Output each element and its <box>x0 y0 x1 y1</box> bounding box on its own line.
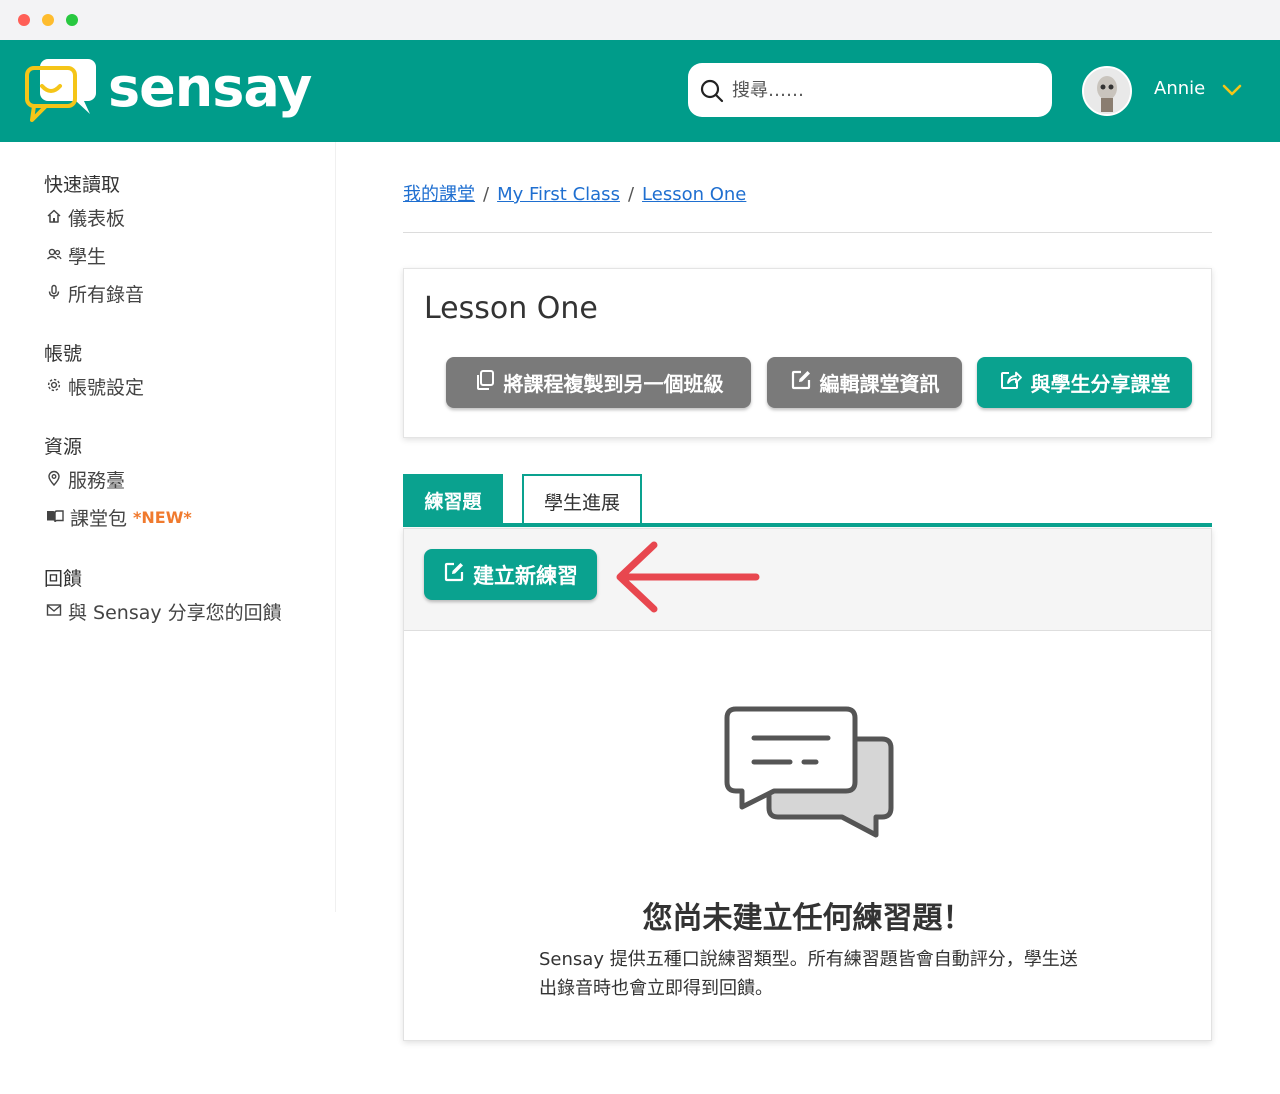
copy-lesson-label: 將課程複製到另一個班級 <box>503 372 724 396</box>
edit-icon <box>443 561 465 588</box>
sidebar-item-all-recordings[interactable]: 所有錄音 <box>46 280 144 307</box>
sidebar-item-students[interactable]: 學生 <box>46 242 106 269</box>
create-exercise-button[interactable]: 建立新練習 <box>424 549 597 600</box>
breadcrumb-separator: / <box>627 184 635 205</box>
avatar[interactable] <box>1082 66 1132 116</box>
sidebar-item-label: 所有錄音 <box>68 284 145 306</box>
empty-state-description: Sensay 提供五種口說練習類型。所有練習題皆會自動評分，學生送出錄音時也會立… <box>539 949 1078 999</box>
breadcrumb-my-classes[interactable]: 我的課堂 <box>403 184 475 205</box>
arrow-left-icon <box>614 541 760 621</box>
window-zoom-button[interactable] <box>66 14 78 26</box>
mail-icon <box>46 601 62 623</box>
breadcrumb-separator: / <box>483 184 490 205</box>
create-exercise-label: 建立新練習 <box>473 563 578 588</box>
top-header: sensay Annie <box>0 40 1280 142</box>
share-lesson-label: 與學生分享課堂 <box>1030 372 1171 396</box>
copy-icon <box>474 369 496 396</box>
book-icon <box>46 507 64 529</box>
gear-icon <box>46 376 62 398</box>
divider <box>403 232 1212 233</box>
chevron-down-icon[interactable] <box>1222 82 1242 101</box>
exercises-panel: 建立新練習 您尚未建立任何練習題！ Sensay 提供五種口說練習類型。所有練習… <box>403 528 1212 1041</box>
brand-name[interactable]: sensay <box>108 48 312 128</box>
new-badge: *NEW* <box>133 508 192 527</box>
sidebar-item-account-settings[interactable]: 帳號設定 <box>46 373 144 400</box>
edit-icon <box>790 369 812 396</box>
page-title: Lesson One <box>424 291 598 326</box>
panel-toolbar: 建立新練習 <box>404 529 1211 631</box>
window-chrome <box>0 0 1280 40</box>
microphone-icon <box>46 283 62 305</box>
home-icon <box>46 207 62 229</box>
sidebar-item-help-desk[interactable]: 服務臺 <box>46 466 125 493</box>
sidebar-item-label: 儀表板 <box>68 208 126 230</box>
empty-state-title: 您尚未建立任何練習題！ <box>642 901 973 936</box>
sidebar-item-lesson-packs[interactable]: 課堂包 *NEW* <box>46 504 192 531</box>
copy-lesson-button[interactable]: 將課程複製到另一個班級 <box>446 357 751 408</box>
sidebar-item-label: 課堂包 <box>70 508 128 530</box>
window-close-button[interactable] <box>18 14 30 26</box>
breadcrumb-my-first-class[interactable]: My First Class <box>497 184 620 205</box>
sidebar-item-share-feedback[interactable]: 與 Sensay 分享您的回饋 <box>46 598 282 625</box>
sidebar-section-account: 帳號 <box>44 343 83 365</box>
location-pin-icon <box>46 469 62 491</box>
sensay-logo-icon[interactable] <box>24 56 100 126</box>
edit-lesson-button[interactable]: 編輯課堂資訊 <box>767 357 962 408</box>
share-lesson-button[interactable]: 與學生分享課堂 <box>977 357 1192 408</box>
search-icon <box>700 79 724 107</box>
edit-lesson-label: 編輯課堂資訊 <box>819 372 940 396</box>
search-input[interactable] <box>730 63 1030 117</box>
tab-underline <box>403 523 1212 527</box>
chat-bubbles-icon <box>722 705 896 845</box>
window-minimize-button[interactable] <box>42 14 54 26</box>
tab-student-progress[interactable]: 學生進展 <box>522 474 642 526</box>
sidebar-item-label: 與 Sensay 分享您的回饋 <box>68 602 282 624</box>
sidebar-section-resources: 資源 <box>44 436 83 458</box>
share-icon <box>999 369 1023 396</box>
sidebar-section-feedback: 回饋 <box>44 568 83 590</box>
user-name[interactable]: Annie <box>1154 78 1205 99</box>
search-box[interactable] <box>688 63 1052 117</box>
breadcrumb: 我的課堂 / My First Class / Lesson One <box>403 180 746 206</box>
breadcrumb-lesson-one[interactable]: Lesson One <box>642 184 746 205</box>
sidebar-section-quick-access: 快速讀取 <box>44 174 121 196</box>
sidebar-item-dashboard[interactable]: 儀表板 <box>46 204 125 231</box>
sidebar-item-label: 學生 <box>68 246 107 268</box>
tab-bar: 練習題 學生進展 <box>403 474 1212 528</box>
sidebar-item-label: 帳號設定 <box>68 377 145 399</box>
lesson-card: Lesson One 將課程複製到另一個班級 編輯課堂資訊 與學生分享課堂 <box>403 268 1212 438</box>
users-icon <box>46 245 62 267</box>
tab-exercises[interactable]: 練習題 <box>403 474 503 526</box>
sidebar-item-label: 服務臺 <box>68 470 126 492</box>
